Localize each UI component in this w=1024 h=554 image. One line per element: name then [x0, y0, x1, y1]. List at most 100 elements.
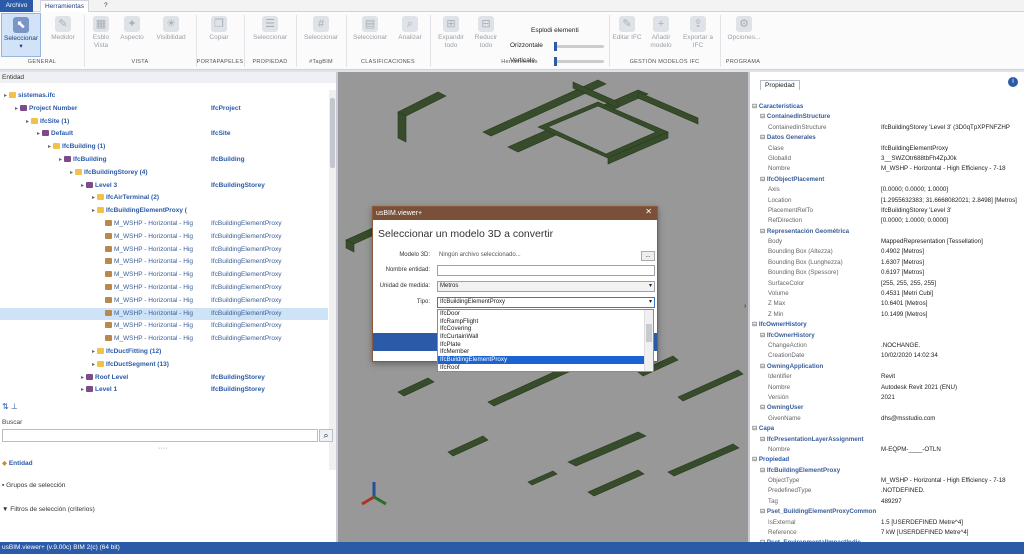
expand-toggle-icon[interactable]: ▸ [37, 131, 40, 137]
expand-toggle-icon[interactable]: ▸ [26, 119, 29, 125]
tab-propiedad[interactable]: Propiedad [760, 80, 800, 90]
collapse-icon[interactable]: ⊟ [760, 228, 767, 235]
visibility-button[interactable]: ☀ Visibilidad [150, 13, 192, 57]
tree-item[interactable]: ▸ IfcDuctFitting (12) [0, 346, 328, 359]
expand-toggle-icon[interactable]: ▸ [48, 144, 51, 150]
tree-item[interactable]: M_WSHP - Horizontal - Hig IfcBuildingElem… [0, 333, 328, 346]
tree-item[interactable]: M_WSHP - Horizontal - Hig IfcBuildingElem… [0, 231, 328, 244]
property-row[interactable]: CreationDate 10/02/2020 14:02:34 [752, 351, 1024, 361]
expand-toggle-icon[interactable]: ▸ [81, 183, 84, 189]
property-row[interactable]: ContainedInStructure IfcBuildingStorey 'L… [752, 123, 1024, 133]
collapse-icon[interactable]: ⊟ [760, 436, 767, 443]
entity-name-input[interactable] [437, 265, 655, 276]
export-ifc-button[interactable]: ⇪ Exportar a IFC [680, 13, 716, 57]
property-row[interactable]: ⊟ IfcObjectPlacement [752, 175, 1024, 185]
tree-scrollbar[interactable] [329, 90, 336, 470]
scrollbar-thumb[interactable] [330, 98, 335, 168]
property-row[interactable]: ⊟ IfcOwnerHistory [752, 331, 1024, 341]
section-selection-groups[interactable]: ▪ Grupos de selección [2, 482, 65, 489]
property-row[interactable]: ⊟ Características [752, 102, 1024, 112]
collapse-all-button[interactable]: ⊟ Reducir todo [470, 13, 502, 57]
tree-item[interactable]: M_WSHP - Horizontal - Hig IfcBuildingElem… [0, 256, 328, 269]
expand-toggle-icon[interactable]: ▸ [4, 93, 7, 99]
tree-item[interactable]: M_WSHP - Horizontal - Hig IfcBuildingElem… [0, 244, 328, 257]
class-select-button[interactable]: ▤ Seleccionar [350, 13, 390, 57]
tree-item[interactable]: M_WSHP - Horizontal - Hig IfcBuildingElem… [0, 320, 328, 333]
tree-item[interactable]: M_WSHP - Horizontal - Hig IfcBuildingElem… [0, 269, 328, 282]
property-row[interactable]: PredefinedType .NOTDEFINED. [752, 486, 1024, 496]
property-row[interactable]: SurfaceColor [255, 255, 255, 255] [752, 279, 1024, 289]
property-row[interactable]: Bounding Box (Spessore) 0.6197 [Metros] [752, 268, 1024, 278]
tree-item[interactable]: ▸ Level 3 IfcBuildingStorey [0, 180, 328, 193]
collapse-icon[interactable]: ⊟ [760, 467, 767, 474]
property-row[interactable]: PlacementRelTo IfcBuildingStorey 'Level 3… [752, 206, 1024, 216]
dropdown-option[interactable]: IfcDoor [438, 310, 653, 318]
property-row[interactable]: ⊟ Capa [752, 424, 1024, 434]
property-row[interactable]: ⊟ IfcPresentationLayerAssignment [752, 435, 1024, 445]
property-row[interactable]: Nombre M-EQPM-____-OTLN [752, 445, 1024, 455]
property-row[interactable]: Tag 489297 [752, 497, 1024, 507]
slider-thumb[interactable] [554, 42, 557, 51]
edit-ifc-button[interactable]: ✎ Editar IFC [612, 13, 642, 57]
splitter-grip[interactable]: ···· [158, 445, 167, 452]
select-button[interactable]: ⬉ Seleccionar ▾ [1, 13, 41, 57]
dropdown-option[interactable]: IfcMember [438, 348, 653, 356]
close-icon[interactable]: ✕ [645, 207, 652, 216]
property-row[interactable]: Axis [0.0000; 0.0000; 1.0000] [752, 185, 1024, 195]
collapse-icon[interactable]: ⊟ [760, 508, 767, 515]
expand-toggle-icon[interactable]: ▸ [81, 387, 84, 393]
property-row[interactable]: ⊟ Representación Geométrica [752, 227, 1024, 237]
tree-item[interactable]: M_WSHP - Horizontal - Hig IfcBuildingElem… [0, 307, 328, 321]
tab-herramientas[interactable]: Herramientas [40, 0, 90, 12]
list-scrollbar[interactable] [644, 310, 653, 371]
property-row[interactable]: ⊟ OwningApplication [752, 362, 1024, 372]
property-row[interactable]: Body MappedRepresentation [Tessellation] [752, 237, 1024, 247]
property-row[interactable]: Location [1.2955632383; 31.6668082021; 2.… [752, 196, 1024, 206]
property-row[interactable]: Bounding Box (Lunghezza) 1.6307 [Metros] [752, 258, 1024, 268]
property-row[interactable]: GlobalId 3__SWZOtr688tbFh4ZpJ0k [752, 154, 1024, 164]
tree-item[interactable]: ▸ Default IfcSite [0, 128, 328, 141]
tree-item[interactable]: ▸ Project Number IfcProject [0, 103, 328, 116]
tree-item[interactable]: ▸ IfcBuilding (1) [0, 141, 328, 154]
property-row[interactable]: ⊟ OwningUser [752, 403, 1024, 413]
dropdown-option[interactable]: IfcCurtainWall [438, 333, 653, 341]
property-row[interactable]: ⊟ ContainedInStructure [752, 112, 1024, 122]
expand-all-button[interactable]: ⊞ Expandir todo [434, 13, 468, 57]
tree-item[interactable]: ▸ Level 1 IfcBuildingStorey [0, 384, 328, 397]
property-row[interactable]: ⊟ Pset_BuildingElementProxyCommon [752, 507, 1024, 517]
search-input[interactable] [2, 429, 318, 442]
tree-item[interactable]: ▸ sistemas.ifc [0, 90, 328, 103]
collapse-icon[interactable]: ⊟ [752, 456, 759, 463]
property-row[interactable]: ⊟ Propiedad [752, 455, 1024, 465]
tab-archivo[interactable]: Archivo [0, 0, 33, 12]
analyze-button[interactable]: ⌕ Analizar [393, 13, 427, 57]
expand-toggle-icon[interactable]: ▸ [15, 106, 18, 112]
expand-toggle-icon[interactable]: ▸ [92, 208, 95, 214]
dropdown-option[interactable]: IfcCovering [438, 325, 653, 333]
expand-toggle-icon[interactable]: ▸ [59, 157, 62, 163]
expand-toggle-icon[interactable]: ▸ [92, 362, 95, 368]
tree-item[interactable]: ▸ IfcBuildingElementProxy ( [0, 205, 328, 218]
browse-button[interactable]: ... [641, 251, 655, 261]
tree-item[interactable]: M_WSHP - Horizontal - Hig IfcBuildingElem… [0, 295, 328, 308]
property-row[interactable]: Bounding Box (Altezza) 0.4902 [Metros] [752, 247, 1024, 257]
expand-toggle-icon[interactable]: ▸ [92, 349, 95, 355]
collapse-icon[interactable]: ⊟ [760, 404, 767, 411]
property-row[interactable]: Nombre M_WSHP - Horizontal - High Efficie… [752, 164, 1024, 174]
tree-item[interactable]: ▸ IfcDuctSegment (13) [0, 359, 328, 372]
property-select-button[interactable]: ☰ Seleccionar [248, 13, 292, 57]
collapse-icon[interactable]: ⊟ [752, 103, 759, 110]
collapse-icon[interactable]: ⊟ [760, 176, 767, 183]
property-row[interactable]: Z Max 10.6401 [Metros] [752, 299, 1024, 309]
horizontal-slider[interactable] [554, 42, 604, 51]
property-row[interactable]: Nombre Autodesk Revit 2021 (ENU) [752, 383, 1024, 393]
section-entidad[interactable]: ◆ Entidad [2, 459, 33, 467]
property-row[interactable]: Identifier Revit [752, 372, 1024, 382]
measure-button[interactable]: ✎ Medidor [46, 13, 80, 57]
tree-item[interactable]: M_WSHP - Horizontal - Hig IfcBuildingElem… [0, 218, 328, 231]
collapse-icon[interactable]: ⊟ [760, 363, 767, 370]
dropdown-option[interactable]: IfcBuildingElementProxy [438, 356, 653, 364]
info-icon[interactable]: i [1008, 77, 1018, 87]
tree-item[interactable]: ▸ IfcSite (1) [0, 116, 328, 129]
property-row[interactable]: ⊟ IfcBuildingElementProxy [752, 466, 1024, 476]
